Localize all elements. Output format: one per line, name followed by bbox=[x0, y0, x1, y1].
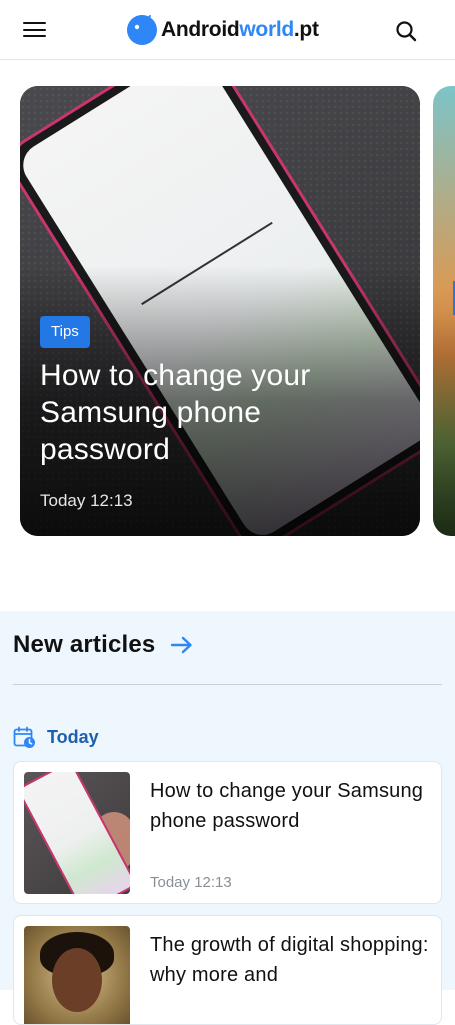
category-tag[interactable]: Tips bbox=[40, 316, 90, 348]
logo-text: Androidworld.pt bbox=[161, 18, 319, 41]
androidworld-logo-icon bbox=[127, 15, 157, 45]
section-header[interactable]: New articles bbox=[13, 631, 193, 659]
article-thumbnail[interactable] bbox=[24, 772, 130, 894]
new-articles-section: New articles Today How to change your Sa… bbox=[0, 611, 455, 1025]
article-timestamp: Today 12:13 bbox=[150, 874, 232, 891]
featured-timestamp: Today 12:13 bbox=[40, 491, 133, 510]
day-label: Today bbox=[47, 727, 99, 747]
top-header: Androidworld.pt bbox=[0, 0, 455, 60]
featured-carousel[interactable]: Tips How to change your Samsung phone pa… bbox=[0, 60, 455, 550]
article-card[interactable]: How to change your Samsung phone passwor… bbox=[13, 761, 442, 904]
section-title[interactable]: New articles bbox=[13, 631, 155, 659]
calendar-clock-icon bbox=[13, 726, 35, 748]
featured-article-card[interactable]: Tips How to change your Samsung phone pa… bbox=[20, 86, 420, 536]
article-title[interactable]: The growth of digital shopping: why more… bbox=[150, 930, 430, 990]
article-title[interactable]: How to change your Samsung phone passwor… bbox=[150, 776, 430, 836]
day-group-header: Today bbox=[13, 726, 99, 749]
next-featured-card[interactable] bbox=[433, 86, 455, 536]
featured-title[interactable]: How to change your Samsung phone passwor… bbox=[40, 357, 370, 468]
hamburger-menu-icon[interactable] bbox=[22, 20, 48, 40]
arrow-right-icon[interactable] bbox=[171, 636, 193, 654]
divider bbox=[13, 684, 442, 685]
article-thumbnail[interactable] bbox=[24, 926, 130, 1024]
image-gradient-overlay bbox=[20, 86, 420, 536]
article-card[interactable]: The growth of digital shopping: why more… bbox=[13, 915, 442, 1025]
site-logo[interactable]: Androidworld.pt bbox=[124, 12, 319, 48]
search-icon[interactable] bbox=[394, 19, 418, 43]
